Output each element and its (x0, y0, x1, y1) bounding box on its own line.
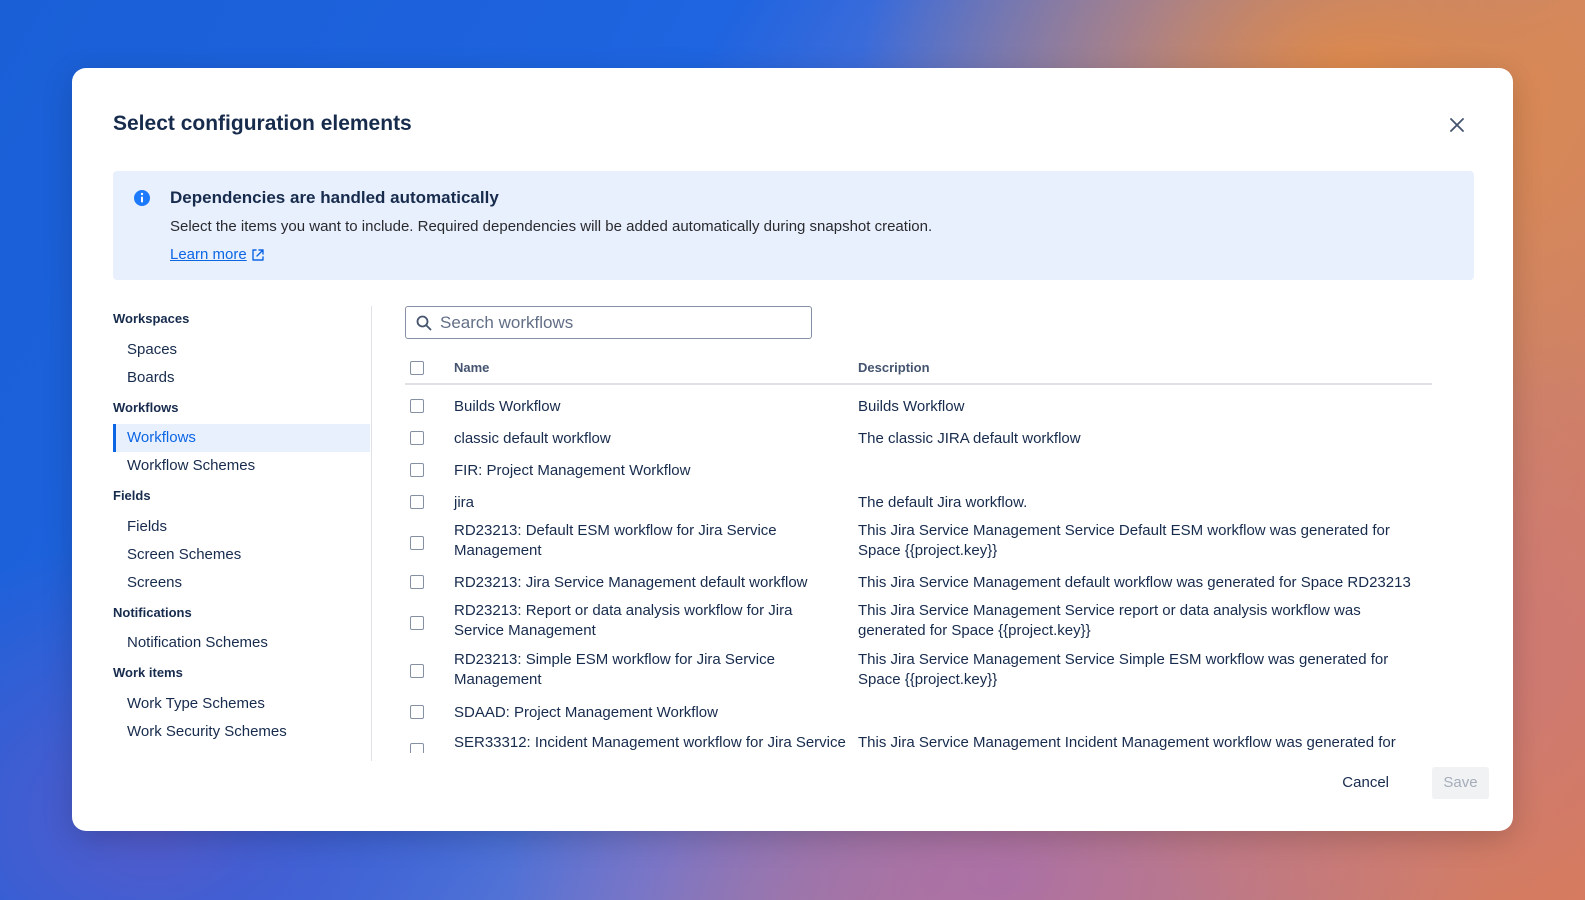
close-icon (1450, 118, 1464, 132)
row-name: RD23213: Report or data analysis workflo… (454, 602, 793, 639)
row-description: The classic JIRA default workflow (858, 430, 1081, 447)
row-name: RD23213: Simple ESM workflow for Jira Se… (454, 651, 775, 688)
sidebar-item-screens[interactable]: Screens (113, 569, 370, 597)
row-name: Builds Workflow (454, 398, 561, 415)
table-row[interactable]: RD23213: Default ESM workflow for Jira S… (405, 519, 1432, 567)
row-checkbox[interactable] (410, 463, 424, 477)
row-name: SER33312: Incident Management workflow f… (454, 734, 846, 751)
row-name: FIR: Project Management Workflow (454, 462, 691, 479)
row-checkbox[interactable] (410, 664, 424, 678)
row-description: This Jira Service Management Service Sim… (858, 651, 1389, 688)
row-name: RD23213: Default ESM workflow for Jira S… (454, 522, 777, 559)
sidebar-item-workflow-schemes[interactable]: Workflow Schemes (113, 452, 370, 480)
row-description: This Jira Service Management Incident Ma… (858, 734, 1396, 751)
row-checkbox[interactable] (410, 431, 424, 445)
sidebar-group-notifications: Notifications (113, 605, 192, 620)
sidebar-group-workspaces: Workspaces (113, 311, 190, 326)
banner-text: Select the items you want to include. Re… (170, 218, 933, 235)
sidebar: Workspaces Spaces Boards Workflows Workf… (113, 306, 370, 756)
learn-more-link[interactable]: Learn more (170, 246, 265, 263)
external-link-icon (252, 248, 264, 261)
row-checkbox[interactable] (410, 743, 424, 753)
modal-title: Select configuration elements (113, 112, 412, 135)
table-row[interactable]: RD23213: Simple ESM workflow for Jira Se… (405, 647, 1432, 695)
row-name: RD23213: Jira Service Management default… (454, 574, 808, 591)
info-icon (134, 190, 150, 206)
row-checkbox[interactable] (410, 705, 424, 719)
sidebar-group-workflows: Workflows (113, 400, 179, 415)
table-row[interactable]: SER33312: Incident Management workflow f… (405, 729, 1432, 753)
table-row[interactable]: RD23213: Jira Service Management default… (405, 567, 1432, 599)
row-description: This Jira Service Management Service Def… (858, 522, 1390, 559)
table-row[interactable]: Builds Workflow Builds Workflow (405, 391, 1432, 423)
search-icon (416, 315, 432, 330)
table-row[interactable]: RD23213: Report or data analysis workflo… (405, 599, 1432, 647)
row-checkbox[interactable] (410, 575, 424, 589)
search-box[interactable] (405, 306, 812, 339)
table-row[interactable]: SDAAD: Project Management Workflow (405, 697, 1432, 729)
table-row[interactable]: jira The default Jira workflow. (405, 487, 1432, 519)
row-checkbox[interactable] (410, 495, 424, 509)
select-all-checkbox[interactable] (410, 361, 424, 375)
table-header: Name Description (405, 353, 1432, 385)
table-row[interactable]: classic default workflow The classic JIR… (405, 423, 1432, 455)
row-description: This Jira Service Management Service rep… (858, 602, 1361, 639)
column-header-description: Description (858, 360, 930, 375)
cancel-button[interactable]: Cancel (1330, 767, 1401, 799)
search-input[interactable] (440, 312, 780, 333)
sidebar-item-notification-schemes[interactable]: Notification Schemes (113, 629, 370, 657)
row-checkbox[interactable] (410, 399, 424, 413)
sidebar-item-work-security-schemes[interactable]: Work Security Schemes (113, 718, 370, 746)
sidebar-divider (371, 306, 372, 761)
info-banner: Dependencies are handled automatically S… (113, 171, 1474, 280)
save-button[interactable]: Save (1432, 767, 1489, 799)
modal-dialog: Select configuration elements Dependenci… (72, 68, 1513, 831)
row-description: Builds Workflow (858, 398, 965, 415)
sidebar-group-fields: Fields (113, 488, 151, 503)
column-header-name: Name (454, 360, 490, 375)
row-name: SDAAD: Project Management Workflow (454, 704, 718, 721)
row-checkbox[interactable] (410, 536, 424, 550)
close-button[interactable] (1445, 113, 1469, 137)
learn-more-label: Learn more (170, 246, 247, 263)
workflows-table: Name Description Builds Workflow Builds … (405, 353, 1432, 753)
row-description: The default Jira workflow. (858, 494, 1028, 511)
table-row[interactable]: FIR: Project Management Workflow (405, 455, 1432, 487)
sidebar-item-spaces[interactable]: Spaces (113, 336, 370, 364)
banner-title: Dependencies are handled automatically (170, 188, 499, 207)
row-name: jira (454, 494, 475, 511)
sidebar-item-workflows[interactable]: Workflows (113, 424, 370, 452)
row-name: classic default workflow (454, 430, 611, 447)
sidebar-item-screen-schemes[interactable]: Screen Schemes (113, 541, 370, 569)
sidebar-item-boards[interactable]: Boards (113, 364, 370, 392)
sidebar-item-fields[interactable]: Fields (113, 513, 370, 541)
sidebar-item-work-type-schemes[interactable]: Work Type Schemes (113, 690, 370, 718)
row-description: This Jira Service Management default wor… (858, 574, 1411, 591)
sidebar-group-work-items: Work items (113, 665, 183, 680)
row-checkbox[interactable] (410, 616, 424, 630)
